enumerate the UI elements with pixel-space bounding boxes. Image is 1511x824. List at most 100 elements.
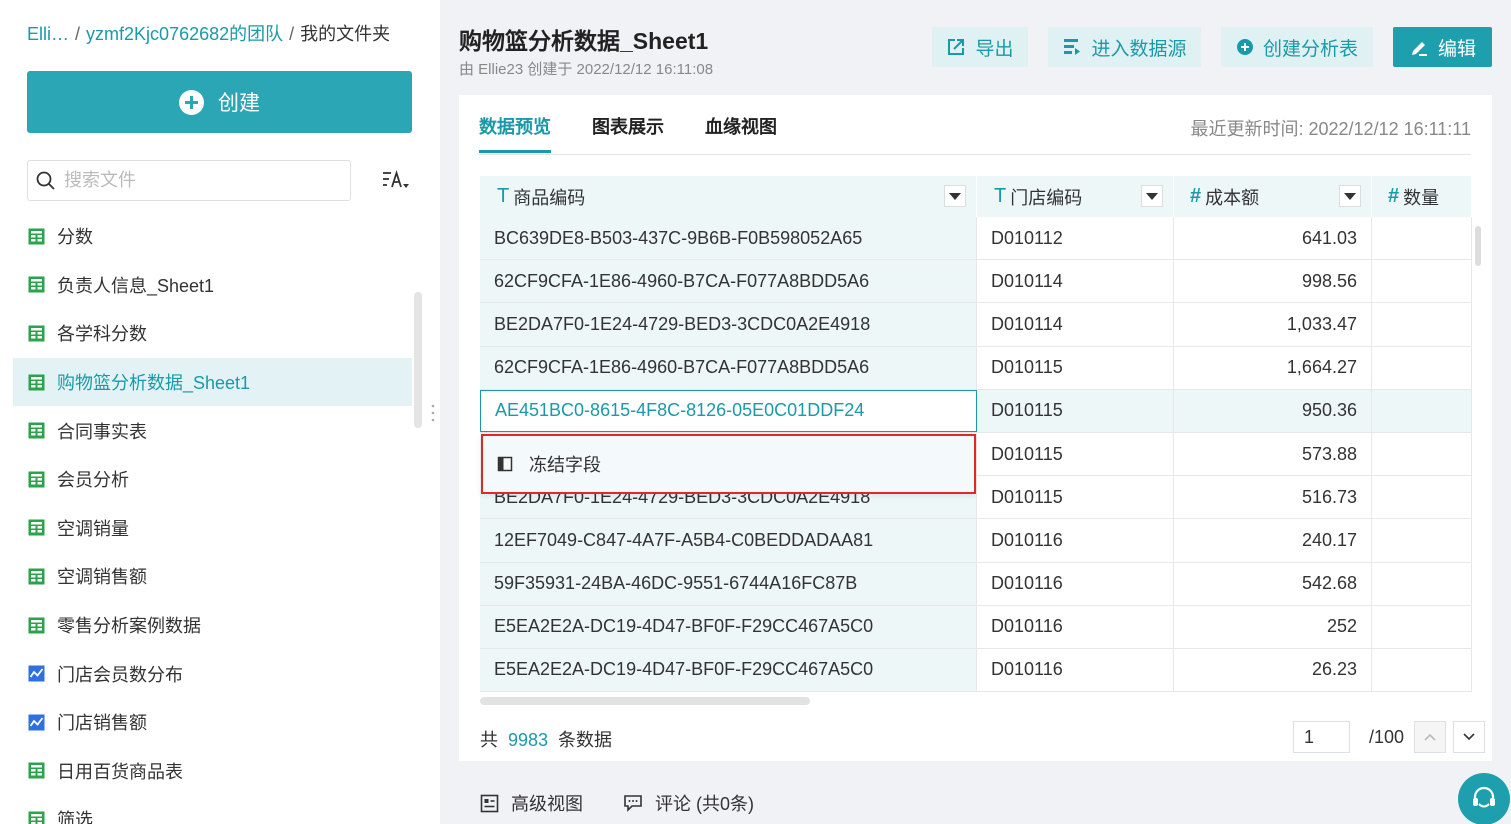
column-dropdown-button[interactable] (1141, 185, 1163, 207)
column-header-product-code[interactable]: T 商品编码 (480, 176, 977, 217)
export-button[interactable]: 导出 (932, 27, 1028, 67)
resize-handle-icon[interactable] (430, 403, 436, 423)
tab-chart-display[interactable]: 图表展示 (592, 95, 664, 153)
table-cell[interactable]: E5EA2E2A-DC19-4D47-BF0F-F29CC467A5C0 (480, 648, 977, 692)
column-dropdown-button[interactable] (944, 185, 966, 207)
column-dropdown-button[interactable] (1339, 185, 1361, 207)
table-cell[interactable]: 998.56 (1174, 260, 1372, 303)
table-cell[interactable] (1372, 389, 1472, 432)
create-analysis-button[interactable]: 创建分析表 (1221, 27, 1373, 67)
table-cell[interactable]: 542.68 (1174, 562, 1372, 605)
table-cell[interactable]: D010115 (977, 432, 1174, 476)
table-row[interactable]: AE451BC0-8615-4F8C-8126-05E0C01DDF24 D010… (480, 389, 1472, 433)
sidebar-file-item[interactable]: 空调销售额 (13, 552, 412, 601)
table-cell[interactable]: BE2DA7F0-1E24-4729-BED3-3CDC0A2E4918 (480, 303, 977, 346)
edit-button[interactable]: 编辑 (1393, 27, 1492, 67)
table-cell[interactable]: 240.17 (1174, 519, 1372, 562)
help-chat-button[interactable] (1458, 773, 1510, 824)
table-cell[interactable]: BC639DE8-B503-437C-9B6B-F0B598052A65 (480, 217, 977, 260)
sidebar-scrollbar[interactable] (414, 292, 422, 428)
table-horizontal-scrollbar[interactable] (480, 697, 810, 705)
table-row[interactable]: 59F35931-24BA-46DC-9551-6744A16FC87B D010… (480, 562, 1472, 606)
table-cell[interactable] (1372, 432, 1472, 476)
table-row[interactable]: E5EA2E2A-DC19-4D47-BF0F-F29CC467A5C0 D010… (480, 605, 1472, 649)
table-vertical-scrollbar[interactable] (1475, 226, 1481, 266)
sidebar-file-item[interactable]: 购物篮分析数据_Sheet1 (13, 357, 412, 407)
breadcrumb-team[interactable]: yzmf2Kjc0762682的团队 (86, 24, 283, 44)
table-cell[interactable]: 252 (1174, 605, 1372, 648)
column-header-quantity[interactable]: # 数量 (1372, 176, 1472, 217)
table-row[interactable]: BC639DE8-B503-437C-9B6B-F0B598052A65 D010… (480, 217, 1472, 261)
table-cell[interactable]: D010116 (977, 605, 1174, 648)
sidebar-file-item[interactable]: 负责人信息_Sheet1 (13, 261, 412, 310)
comments-button[interactable]: 评论 (共0条) (623, 790, 754, 816)
table-cell[interactable]: D010112 (977, 217, 1174, 260)
table-cell[interactable]: 59F35931-24BA-46DC-9551-6744A16FC87B (480, 562, 977, 605)
table-cell[interactable]: 62CF9CFA-1E86-4960-B7CA-F077A8BDD5A6 (480, 260, 977, 303)
page-number-input[interactable] (1293, 721, 1350, 753)
table-cell[interactable] (1372, 346, 1472, 389)
datasource-button[interactable]: 进入数据源 (1048, 27, 1201, 67)
table-cell[interactable]: AE451BC0-8615-4F8C-8126-05E0C01DDF24 (480, 389, 977, 432)
table-cell[interactable]: 1,664.27 (1174, 346, 1372, 389)
table-cell[interactable]: D010116 (977, 648, 1174, 692)
table-cell[interactable]: D010116 (977, 562, 1174, 605)
create-button[interactable]: 创建 (27, 71, 412, 133)
table-cell[interactable] (1372, 648, 1472, 692)
table-row[interactable]: BE2DA7F0-1E24-4729-BED3-3CDC0A2E4918 D010… (480, 303, 1472, 347)
table-cell[interactable]: 950.36 (1174, 389, 1372, 432)
sidebar-file-item[interactable]: 门店会员数分布 (13, 649, 412, 698)
table-cell[interactable]: 573.88 (1174, 432, 1372, 476)
prev-page-button[interactable] (1414, 721, 1446, 753)
table-icon (28, 762, 45, 779)
table-cell[interactable]: 516.73 (1174, 476, 1372, 519)
sidebar-file-item[interactable]: 零售分析案例数据 (13, 601, 412, 650)
advanced-view-button[interactable]: 高级视图 (480, 790, 583, 816)
table-cell[interactable]: D010116 (977, 519, 1174, 562)
table-icon (28, 811, 45, 824)
table-cell[interactable] (1372, 605, 1472, 648)
table-cell[interactable] (1372, 260, 1472, 303)
table-cell[interactable]: 26.23 (1174, 648, 1372, 692)
freeze-column-icon (497, 456, 513, 472)
table-cell[interactable] (1372, 519, 1472, 562)
table-cell[interactable] (1372, 303, 1472, 346)
tab-lineage-view[interactable]: 血缘视图 (705, 95, 777, 153)
table-cell[interactable]: 12EF7049-C847-4A7F-A5B4-C0BEDDADAA81 (480, 519, 977, 562)
table-cell[interactable]: D010115 (977, 476, 1174, 519)
table-cell[interactable]: 62CF9CFA-1E86-4960-B7CA-F077A8BDD5A6 (480, 346, 977, 389)
table-cell[interactable]: D010115 (977, 389, 1174, 432)
table-cell[interactable]: 1,033.47 (1174, 303, 1372, 346)
table-row[interactable]: 12EF7049-C847-4A7F-A5B4-C0BEDDADAA81 D010… (480, 519, 1472, 563)
breadcrumb-root[interactable]: Elli… (27, 24, 69, 44)
table-cell[interactable]: D010115 (977, 346, 1174, 389)
table-row[interactable]: 62CF9CFA-1E86-4960-B7CA-F077A8BDD5A6 D010… (480, 260, 1472, 304)
freeze-field-menu-item[interactable]: 冻结字段 (481, 434, 976, 494)
sidebar-file-item[interactable]: 门店销售额 (13, 698, 412, 747)
sidebar-file-item[interactable]: 筛选 (13, 795, 412, 824)
sidebar-file-item[interactable]: 各学科分数 (13, 309, 412, 358)
table-cell[interactable]: D010114 (977, 260, 1174, 303)
table-row[interactable]: E5EA2E2A-DC19-4D47-BF0F-F29CC467A5C0 D010… (480, 648, 1472, 693)
sidebar-file-label: 日用百货商品表 (57, 761, 183, 782)
sidebar-file-item[interactable]: 分数 (13, 212, 412, 261)
sidebar-file-item[interactable]: 空调销量 (13, 504, 412, 553)
table-cell[interactable]: D010114 (977, 303, 1174, 346)
table-icon (28, 568, 45, 585)
column-header-store-code[interactable]: T 门店编码 (977, 176, 1174, 217)
next-page-button[interactable] (1453, 721, 1485, 753)
table-cell[interactable]: E5EA2E2A-DC19-4D47-BF0F-F29CC467A5C0 (480, 605, 977, 648)
sidebar-file-item[interactable]: 日用百货商品表 (13, 747, 412, 796)
table-row[interactable]: 62CF9CFA-1E86-4960-B7CA-F077A8BDD5A6 D010… (480, 346, 1472, 390)
search-input[interactable] (64, 170, 334, 191)
column-header-cost[interactable]: # 成本额 (1174, 176, 1372, 217)
search-box (27, 160, 351, 201)
sidebar-file-item[interactable]: 合同事实表 (13, 406, 412, 455)
sort-icon[interactable] (382, 170, 410, 192)
table-cell[interactable] (1372, 217, 1472, 260)
sidebar-file-item[interactable]: 会员分析 (13, 455, 412, 504)
table-cell[interactable]: 641.03 (1174, 217, 1372, 260)
tab-data-preview[interactable]: 数据预览 (479, 95, 551, 153)
table-cell[interactable] (1372, 476, 1472, 519)
table-cell[interactable] (1372, 562, 1472, 605)
